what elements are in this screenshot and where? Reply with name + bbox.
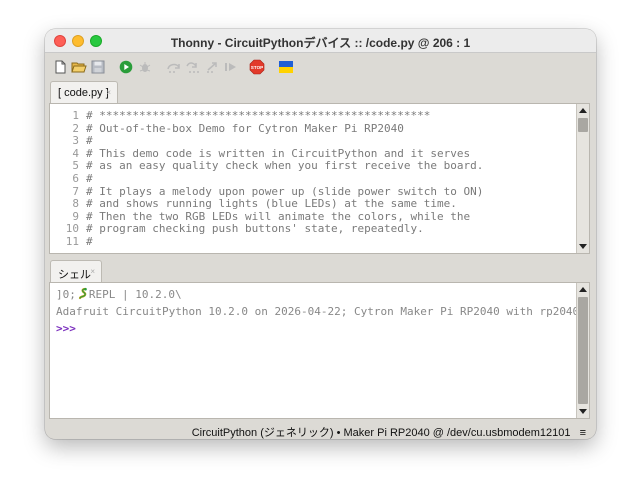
window-title: Thonny - CircuitPythonデバイス :: /code.py @…	[170, 36, 471, 50]
line-number-gutter: 1 2 3 4 5 6 7 8 9 10 11	[50, 104, 83, 253]
status-bar: CircuitPython (ジェネリック) • Maker Pi RP2040…	[45, 421, 596, 439]
shell-line-banner: Adafruit CircuitPython 10.2.0 on 2026-04…	[56, 305, 580, 318]
editor-scrollbar[interactable]	[576, 104, 589, 253]
code-area[interactable]: # **************************************…	[86, 109, 571, 249]
code-line[interactable]: # **************************************…	[86, 109, 571, 123]
code-line[interactable]: # as an easy quality check when you firs…	[86, 160, 571, 173]
tab-shell[interactable]: シェル ×	[50, 260, 102, 283]
step-out-icon[interactable]	[205, 60, 219, 74]
svg-text:STOP: STOP	[251, 65, 263, 70]
open-file-icon[interactable]	[71, 60, 87, 74]
debug-icon[interactable]	[138, 60, 152, 74]
code-line[interactable]: # program checking push buttons' state, …	[86, 223, 571, 236]
scroll-thumb[interactable]	[578, 118, 588, 132]
scroll-down-icon[interactable]	[579, 244, 587, 249]
ukraine-flag-icon[interactable]	[279, 60, 293, 74]
new-file-icon[interactable]	[53, 60, 67, 74]
run-icon[interactable]	[119, 60, 133, 74]
code-editor[interactable]: 1 2 3 4 5 6 7 8 9 10 11 # ************************…	[49, 103, 590, 254]
line-number: 1	[72, 109, 79, 122]
menu-icon[interactable]: ≡	[580, 427, 586, 439]
stop-icon[interactable]: STOP	[249, 59, 265, 75]
close-shell-tab-icon[interactable]: ×	[90, 267, 95, 276]
shell-scroll-up-icon[interactable]	[579, 287, 587, 292]
line-number: 11	[65, 234, 79, 248]
shell-panel[interactable]: ]0; REPL | 10.2.0\ Adafruit CircuitPython…	[49, 282, 590, 419]
scroll-up-icon[interactable]	[579, 108, 587, 113]
toolbar: STOP	[45, 53, 596, 81]
title-bar[interactable]: Thonny - CircuitPythonデバイス :: /code.py @…	[45, 29, 596, 53]
code-line[interactable]: # and shows running lights (blue LEDs) a…	[86, 198, 571, 211]
step-into-icon[interactable]	[185, 60, 199, 74]
shell-prompt[interactable]: >>>	[56, 322, 76, 335]
save-icon[interactable]	[91, 60, 105, 74]
code-line[interactable]: # Out-of-the-box Demo for Cytron Maker P…	[86, 122, 571, 136]
line-number: 8	[72, 197, 79, 211]
thonny-window: Thonny - CircuitPythonデバイス :: /code.py @…	[45, 29, 596, 439]
shell-scrollbar[interactable]	[576, 283, 589, 418]
resume-icon[interactable]	[224, 60, 238, 74]
shell-tab-label: シェル	[58, 269, 91, 281]
tab-code-py[interactable]: [ code.py ] ×	[50, 81, 118, 104]
step-over-icon[interactable]	[166, 60, 180, 74]
tab-label: [ code.py ]	[58, 87, 109, 99]
code-line[interactable]: #	[86, 135, 571, 148]
editor-tab-bar: [ code.py ] ×	[45, 81, 596, 104]
close-tab-icon[interactable]: ×	[106, 88, 111, 97]
shell-scroll-down-icon[interactable]	[579, 409, 587, 414]
scroll-track[interactable]	[578, 118, 588, 238]
interpreter-status[interactable]: CircuitPython (ジェネリック) • Maker Pi RP2040…	[192, 427, 571, 439]
code-line[interactable]: #	[86, 172, 571, 186]
line-number: 6	[72, 171, 79, 185]
line-number: 3	[72, 134, 79, 148]
shell-tab-bar: シェル ×	[45, 260, 596, 283]
shell-escape-prefix: ]0;	[56, 288, 76, 301]
shell-scroll-thumb[interactable]	[578, 297, 588, 404]
snake-icon	[76, 287, 89, 301]
shell-repl-text: REPL | 10.2.0\	[88, 288, 182, 301]
code-line[interactable]: #	[86, 235, 571, 249]
shell-line-repl: ]0; REPL | 10.2.0\	[56, 287, 182, 301]
